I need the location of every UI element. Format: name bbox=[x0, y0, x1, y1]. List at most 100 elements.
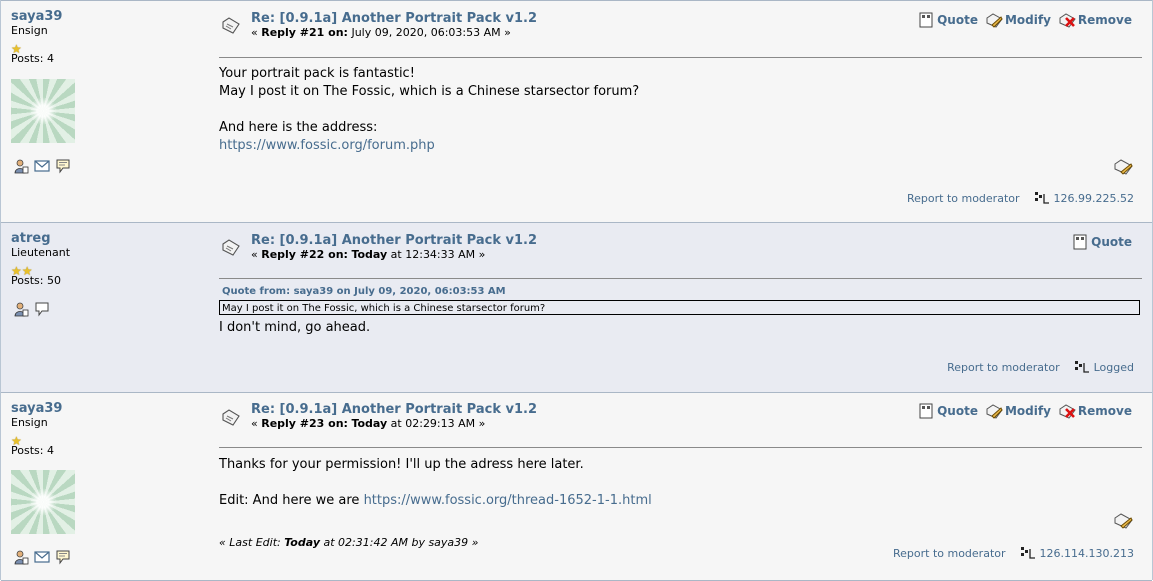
reply-date-bold: Today bbox=[351, 417, 388, 430]
avatar bbox=[11, 470, 75, 534]
post-actions: Quote Modify Remove bbox=[918, 402, 1132, 419]
profile-icon[interactable] bbox=[13, 158, 29, 174]
post-subject[interactable]: Re: [0.9.1a] Another Portrait Pack v1.2 bbox=[251, 11, 537, 27]
post-footer: Report to moderator Logged bbox=[947, 360, 1134, 374]
inline-modify-icon[interactable] bbox=[1114, 157, 1134, 175]
reply-close: » bbox=[500, 26, 511, 39]
poster-info: atreg Lieutenant ★★ Posts: 50 bbox=[11, 231, 201, 288]
forum-link[interactable]: https://www.fossic.org/forum.php bbox=[219, 138, 435, 153]
quote-label: Quote bbox=[1091, 234, 1132, 249]
quote-button[interactable]: Quote bbox=[1072, 233, 1132, 250]
body-line: Thanks for your permission! I'll up the … bbox=[219, 457, 584, 472]
reply-info: « Reply #23 on: Today at 02:29:13 AM » bbox=[251, 417, 485, 431]
poster-name[interactable]: saya39 bbox=[11, 401, 201, 416]
post-count: Posts: 4 bbox=[11, 52, 54, 65]
reply-number: Reply #22 on: bbox=[261, 248, 348, 261]
quote-label: Quote bbox=[937, 12, 978, 27]
thread-link[interactable]: https://www.fossic.org/thread-1652-1-1.h… bbox=[364, 493, 652, 508]
last-edit: « Last Edit: Today at 02:31:42 AM by say… bbox=[219, 536, 478, 550]
reply-date: at 12:34:33 AM bbox=[387, 248, 476, 261]
reply-date: at 02:29:13 AM bbox=[387, 417, 476, 430]
modify-button[interactable]: Modify bbox=[986, 11, 1051, 28]
reply-close: » bbox=[475, 417, 486, 430]
body-line: Your portrait pack is fantastic! bbox=[219, 66, 415, 81]
ip-info: 126.114.130.213 bbox=[1020, 546, 1134, 560]
remove-label: Remove bbox=[1077, 403, 1132, 418]
post-actions: Quote Modify Remove bbox=[918, 11, 1132, 28]
email-icon[interactable] bbox=[34, 158, 50, 174]
poster-name[interactable]: atreg bbox=[11, 231, 201, 246]
ip-info: 126.99.225.52 bbox=[1034, 191, 1134, 205]
pm-icon[interactable] bbox=[34, 301, 50, 317]
poster-icons bbox=[13, 301, 50, 317]
edit-date-bold: Today bbox=[284, 536, 320, 549]
remove-label: Remove bbox=[1077, 12, 1132, 27]
remove-icon bbox=[1059, 13, 1076, 28]
quote-icon bbox=[919, 12, 933, 28]
inline-modify-icon[interactable] bbox=[1114, 511, 1134, 529]
quote-button[interactable]: Quote bbox=[918, 402, 978, 419]
post: saya39 Ensign ★ Posts: 4 Re: [0.9.1a] An… bbox=[1, 0, 1152, 222]
rank-stars: ★ bbox=[11, 38, 201, 56]
reply-open: « bbox=[251, 26, 262, 39]
thread: saya39 Ensign ★ Posts: 4 Re: [0.9.1a] An… bbox=[0, 0, 1153, 581]
report-to-moderator-link[interactable]: Report to moderator bbox=[893, 547, 1006, 560]
avatar bbox=[11, 79, 75, 143]
remove-button[interactable]: Remove bbox=[1059, 402, 1132, 419]
profile-icon[interactable] bbox=[13, 301, 29, 317]
poster-name[interactable]: saya39 bbox=[11, 9, 201, 24]
ip-address: 126.114.130.213 bbox=[1039, 546, 1134, 560]
modify-label: Modify bbox=[1004, 12, 1051, 27]
email-icon[interactable] bbox=[34, 549, 50, 565]
reply-number: Reply #23 on: bbox=[261, 417, 348, 430]
post-divider bbox=[219, 278, 1142, 279]
edit-rest: at 02:31:42 AM by saya39 bbox=[320, 536, 469, 549]
modify-button[interactable]: Modify bbox=[986, 402, 1051, 419]
post-subject[interactable]: Re: [0.9.1a] Another Portrait Pack v1.2 bbox=[251, 233, 537, 249]
body-line: May I post it on The Fossic, which is a … bbox=[219, 84, 640, 99]
post-divider bbox=[219, 57, 1142, 58]
post-count: Posts: 4 bbox=[11, 444, 54, 457]
rank-stars: ★★ bbox=[11, 260, 201, 278]
ip-address: 126.99.225.52 bbox=[1053, 191, 1134, 205]
post: atreg Lieutenant ★★ Posts: 50 Re: [0.9.1… bbox=[1, 222, 1152, 392]
poster-rank: Ensign bbox=[11, 24, 48, 37]
post-subject[interactable]: Re: [0.9.1a] Another Portrait Pack v1.2 bbox=[251, 402, 537, 418]
reply-info: « Reply #21 on: July 09, 2020, 06:03:53 … bbox=[251, 26, 511, 40]
ip-icon bbox=[1020, 547, 1035, 559]
ip-info: Logged bbox=[1074, 360, 1134, 374]
post-topic-icon bbox=[222, 17, 240, 34]
rank-stars: ★ bbox=[11, 430, 201, 448]
poster-info: saya39 Ensign ★ Posts: 4 bbox=[11, 9, 201, 66]
ip-icon bbox=[1074, 361, 1089, 373]
poster-rank: Ensign bbox=[11, 416, 48, 429]
remove-button[interactable]: Remove bbox=[1059, 11, 1132, 28]
post: saya39 Ensign ★ Posts: 4 Re: [0.9.1a] An… bbox=[1, 392, 1152, 581]
post-body: I don't mind, go ahead. bbox=[219, 319, 370, 337]
poster-icons bbox=[13, 549, 71, 565]
poster-info: saya39 Ensign ★ Posts: 4 bbox=[11, 401, 201, 458]
body-line: Edit: And here we are bbox=[219, 493, 364, 508]
profile-icon[interactable] bbox=[13, 549, 29, 565]
report-to-moderator-link[interactable]: Report to moderator bbox=[947, 361, 1060, 374]
post-topic-icon bbox=[222, 239, 240, 256]
pm-icon[interactable] bbox=[55, 549, 71, 565]
edit-close: » bbox=[468, 536, 479, 549]
report-to-moderator-link[interactable]: Report to moderator bbox=[907, 192, 1020, 205]
post-body: Your portrait pack is fantastic! May I p… bbox=[219, 65, 639, 155]
reply-date-bold: Today bbox=[351, 248, 388, 261]
reply-open: « bbox=[251, 248, 262, 261]
body-line: And here is the address: bbox=[219, 120, 378, 135]
remove-icon bbox=[1059, 404, 1076, 419]
pm-icon[interactable] bbox=[55, 158, 71, 174]
edit-label: Last Edit: bbox=[229, 536, 281, 549]
reply-number: Reply #21 on: bbox=[261, 26, 348, 39]
post-divider bbox=[219, 447, 1142, 448]
body-line: I don't mind, go ahead. bbox=[219, 320, 371, 335]
ip-icon bbox=[1034, 192, 1049, 204]
quote-icon bbox=[919, 403, 933, 419]
modify-icon bbox=[986, 13, 1003, 28]
quote-button[interactable]: Quote bbox=[918, 11, 978, 28]
quote-header[interactable]: Quote from: saya39 on July 09, 2020, 06:… bbox=[222, 286, 506, 298]
